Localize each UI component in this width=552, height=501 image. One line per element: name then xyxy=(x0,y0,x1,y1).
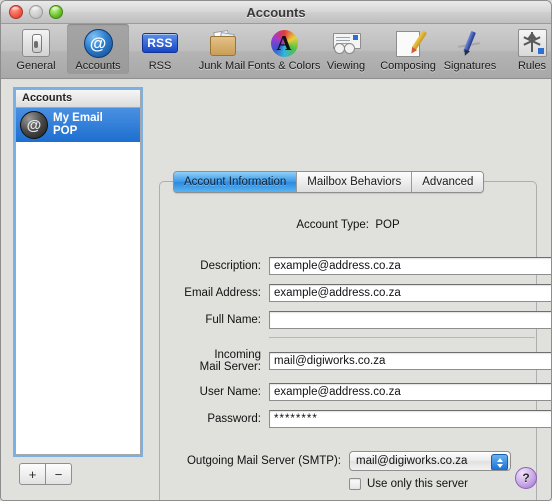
password-input[interactable]: ******** xyxy=(269,410,551,428)
outgoing-smtp-row: Outgoing Mail Server (SMTP): mail@digiwo… xyxy=(159,451,511,471)
font-color-wheel-icon xyxy=(268,28,300,58)
toolbar-item-viewing[interactable]: Viewing xyxy=(315,24,377,74)
description-label: Description: xyxy=(200,259,261,272)
email-address-input[interactable]: example@address.co.za xyxy=(269,284,551,302)
globe-at-icon: @ xyxy=(20,111,48,139)
accounts-list-header: Accounts xyxy=(16,90,140,108)
toolbar-label-rules: Rules xyxy=(517,60,547,72)
toolbar-label-composing: Composing xyxy=(380,60,436,72)
account-type-label: Account Type: xyxy=(296,219,369,231)
remove-account-button[interactable]: − xyxy=(46,463,72,485)
accounts-list[interactable]: Accounts @ My Email POP xyxy=(15,89,141,455)
glasses-mail-icon xyxy=(330,28,362,58)
user-name-input[interactable]: example@address.co.za xyxy=(269,383,551,401)
full-name-label: Full Name: xyxy=(205,313,261,326)
form-separator xyxy=(269,337,535,338)
switch-icon xyxy=(20,28,52,58)
toolbar-item-general[interactable]: General xyxy=(5,24,67,74)
account-name: My Email xyxy=(53,112,103,124)
use-only-this-server-label: Use only this server xyxy=(367,478,468,490)
toolbar-item-rss[interactable]: RSS RSS xyxy=(129,24,191,74)
resize-grip[interactable] xyxy=(537,489,549,500)
toolbar-item-rules[interactable]: Rules xyxy=(501,24,551,74)
preferences-toolbar: General @ Accounts RSS RSS Junk Mail Fon… xyxy=(1,24,551,79)
password-row: Password: ******** xyxy=(159,410,551,428)
user-name-row: User Name: example@address.co.za xyxy=(159,383,551,401)
incoming-mail-server-label: Incoming Mail Server: xyxy=(199,349,261,373)
pencil-paper-icon xyxy=(392,28,428,58)
toolbar-label-accounts: Accounts xyxy=(75,60,121,72)
account-type-value: POP xyxy=(375,219,400,231)
outgoing-smtp-select[interactable]: mail@digiworks.co.za xyxy=(349,451,511,471)
window-title: Accounts xyxy=(246,4,306,20)
incoming-mail-server-row: Incoming Mail Server: mail@digiworks.co.z… xyxy=(159,349,551,373)
full-name-row: Full Name: xyxy=(159,311,551,329)
email-address-label: Email Address: xyxy=(184,286,261,299)
toolbar-label-signatures: Signatures xyxy=(443,60,497,72)
account-add-remove-buttons: + − xyxy=(19,463,72,485)
at-sign-icon: @ xyxy=(82,28,114,58)
toolbar-item-signatures[interactable]: Signatures xyxy=(439,24,501,74)
outgoing-smtp-selected-value: mail@digiworks.co.za xyxy=(356,455,468,467)
minimize-button-icon xyxy=(29,5,43,19)
description-row: Description: example@address.co.za xyxy=(159,257,551,275)
toolbar-item-fonts-colors[interactable]: Fonts & Colors xyxy=(248,24,320,74)
use-only-this-server-checkbox[interactable] xyxy=(349,478,361,490)
close-button-icon[interactable] xyxy=(9,5,23,19)
toolbar-label-general: General xyxy=(16,60,56,72)
toolbar-item-composing[interactable]: Composing xyxy=(377,24,439,74)
rss-icon: RSS xyxy=(142,28,178,58)
fountain-pen-icon xyxy=(454,28,486,58)
toolbar-label-rss: RSS xyxy=(148,60,172,72)
email-address-row: Email Address: example@address.co.za xyxy=(159,284,551,302)
use-only-this-server-row[interactable]: Use only this server xyxy=(349,478,468,490)
arrows-rules-icon xyxy=(516,28,548,58)
account-type-row: Account Type: POP xyxy=(159,219,537,231)
incoming-mail-server-input[interactable]: mail@digiworks.co.za xyxy=(269,352,551,370)
account-type: POP xyxy=(53,125,78,137)
help-button[interactable]: ? xyxy=(515,467,537,489)
description-input[interactable]: example@address.co.za xyxy=(269,257,551,275)
preferences-content: Accounts @ My Email POP + − Account Info… xyxy=(1,79,551,500)
user-name-label: User Name: xyxy=(199,385,261,398)
account-information-form: Account Type: POP Description: example@a… xyxy=(159,181,551,500)
chevron-updown-icon xyxy=(491,454,508,470)
list-item[interactable]: @ My Email POP xyxy=(16,108,140,142)
toolbar-item-junk-mail[interactable]: Junk Mail xyxy=(191,24,253,74)
full-name-input[interactable] xyxy=(269,311,551,329)
window-titlebar: Accounts xyxy=(1,1,551,24)
junk-bag-icon xyxy=(206,28,238,58)
toolbar-label-viewing: Viewing xyxy=(326,60,366,72)
toolbar-label-junk-mail: Junk Mail xyxy=(198,60,246,72)
outgoing-smtp-label: Outgoing Mail Server (SMTP): xyxy=(186,454,341,467)
add-account-button[interactable]: + xyxy=(19,463,46,485)
password-label: Password: xyxy=(207,412,261,425)
accounts-preferences-window: Accounts General @ Accounts RSS RSS Junk… xyxy=(0,0,552,501)
toolbar-label-fonts-colors: Fonts & Colors xyxy=(247,60,321,72)
zoom-button-icon[interactable] xyxy=(49,5,63,19)
window-controls xyxy=(1,5,63,19)
toolbar-item-accounts[interactable]: @ Accounts xyxy=(67,24,129,74)
